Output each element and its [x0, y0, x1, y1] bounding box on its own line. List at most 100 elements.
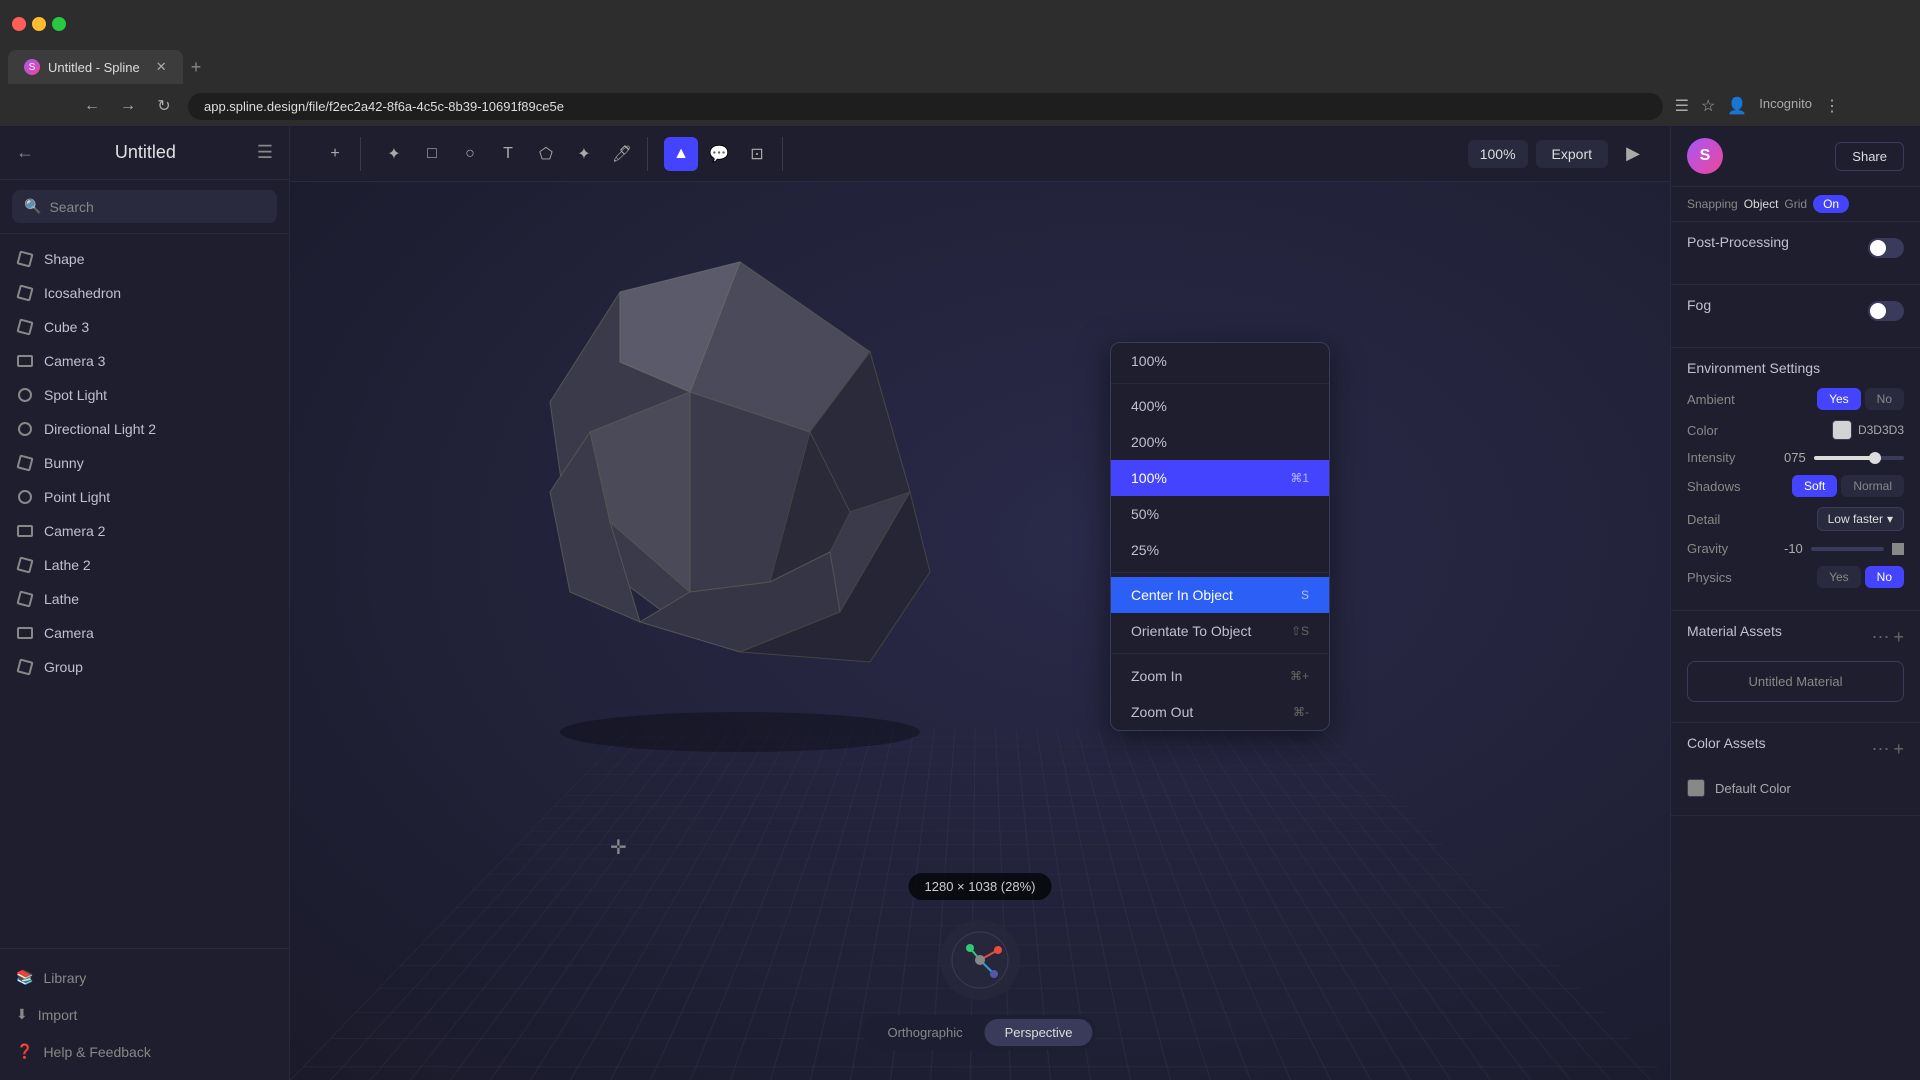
snap-on-badge[interactable]: On [1813, 195, 1849, 213]
zoom-200[interactable]: 200% [1111, 424, 1329, 460]
zoom-dropdown: 100% 400% 200% 100% ⌘1 50% [1110, 342, 1330, 731]
detail-value: Low faster [1828, 512, 1883, 526]
list-item[interactable]: Icosahedron [0, 276, 289, 310]
pen-tool[interactable]: 🖊 [605, 137, 639, 171]
intensity-bar[interactable] [1814, 456, 1904, 460]
gravity-controls: -10 [1784, 541, 1904, 556]
sidebar-header: ← Untitled ☰ [0, 126, 289, 180]
ambient-no-btn[interactable]: No [1865, 388, 1904, 410]
ambient-yes-btn[interactable]: Yes [1817, 388, 1861, 410]
refresh-btn[interactable]: ↻ [152, 94, 176, 118]
gravity-bar[interactable] [1811, 547, 1884, 551]
physics-yes-btn[interactable]: Yes [1817, 566, 1861, 588]
shadows-row: Shadows Soft Normal [1687, 475, 1904, 497]
detail-dropdown[interactable]: Low faster ▾ [1817, 507, 1904, 531]
import-icon: ⬇ [16, 1006, 28, 1023]
library-button[interactable]: 📚 Library [16, 961, 273, 994]
zoom-100-active[interactable]: 100% ⌘1 [1111, 460, 1329, 496]
forward-nav-btn[interactable]: → [116, 94, 140, 118]
toolbar: + ✦ □ ○ T ⬠ ✦ 🖊 ▲ 💬 ⊡ 100% Export ▶ [290, 126, 1670, 182]
color-actions: ⋯ + [1871, 739, 1904, 760]
color-more-btn[interactable]: ⋯ [1871, 739, 1889, 760]
material-add-btn[interactable]: + [1893, 627, 1904, 648]
physics-row: Physics Yes No [1687, 566, 1904, 588]
list-item[interactable]: Lathe 2 [0, 548, 289, 582]
share-button[interactable]: Share [1835, 142, 1904, 171]
tab-close-icon[interactable]: ✕ [156, 59, 167, 75]
color-add-btn[interactable]: + [1893, 739, 1904, 760]
list-item[interactable]: Lathe [0, 582, 289, 616]
left-sidebar: ← Untitled ☰ 🔍 Search Shape Icosahedron … [0, 126, 290, 1080]
back-nav-btn[interactable]: ← [80, 94, 104, 118]
list-item[interactable]: Directional Light 2 [0, 412, 289, 446]
play-button[interactable]: ▶ [1616, 137, 1650, 171]
canvas-area[interactable]: ✛ 1280 × 1038 (28%) Orth [290, 182, 1670, 1080]
orientation-widget[interactable] [940, 920, 1020, 1000]
list-item[interactable]: Camera 3 [0, 344, 289, 378]
export-button[interactable]: Export [1536, 140, 1608, 168]
menu-button[interactable]: ☰ [257, 142, 273, 163]
center-in-object-item[interactable]: Center In Object S [1111, 577, 1329, 613]
maximize-btn[interactable] [52, 17, 66, 31]
physics-no-btn[interactable]: No [1865, 566, 1904, 588]
select-tool[interactable]: ▲ [664, 137, 698, 171]
address-input[interactable] [188, 93, 1663, 120]
color-asset-label: Default Color [1715, 781, 1791, 796]
menu-icon[interactable]: ⋮ [1824, 96, 1840, 116]
back-button[interactable]: ← [16, 142, 34, 163]
star-tool[interactable]: ✦ [567, 137, 601, 171]
list-item[interactable]: Spot Light [0, 378, 289, 412]
color-asset-item[interactable]: Default Color [1687, 773, 1904, 803]
library-icon: 📚 [16, 969, 33, 986]
zoom-display[interactable]: 100% [1468, 140, 1528, 168]
close-btn[interactable] [12, 17, 26, 31]
list-item[interactable]: Point Light [0, 480, 289, 514]
list-item[interactable]: Camera 2 [0, 514, 289, 548]
fog-section: Fog [1671, 285, 1920, 348]
shadows-buttons: Soft Normal [1792, 475, 1904, 497]
tab-orthographic[interactable]: Orthographic [867, 1019, 982, 1046]
material-item[interactable]: Untitled Material [1687, 661, 1904, 702]
bookmark-icon[interactable]: ☆ [1701, 96, 1715, 116]
fog-toggle[interactable] [1868, 301, 1904, 321]
zoom-100-top[interactable]: 100% [1111, 343, 1329, 379]
color-assets-section: Color Assets ⋯ + Default Color [1671, 723, 1920, 816]
3d-shape [490, 232, 990, 782]
post-processing-toggle[interactable] [1868, 238, 1904, 258]
list-item[interactable]: Bunny [0, 446, 289, 480]
soft-btn[interactable]: Soft [1792, 475, 1837, 497]
gravity-handle[interactable] [1892, 543, 1904, 555]
new-tab-btn[interactable]: + [191, 57, 202, 78]
help-label: Help & Feedback [43, 1044, 150, 1060]
help-button[interactable]: ❓ Help & Feedback [16, 1035, 273, 1068]
color-swatch[interactable] [1832, 420, 1852, 440]
comment-tool[interactable]: 💬 [702, 137, 736, 171]
import-button[interactable]: ⬇ Import [16, 998, 273, 1031]
orientate-item[interactable]: Orientate To Object ⇧S [1111, 613, 1329, 649]
intensity-handle[interactable] [1869, 452, 1881, 464]
search-box[interactable]: 🔍 Search [12, 190, 277, 223]
cursor-tool[interactable]: ✦ [377, 137, 411, 171]
zoom-25[interactable]: 25% [1111, 532, 1329, 568]
rect-tool[interactable]: □ [415, 137, 449, 171]
list-item[interactable]: Shape [0, 242, 289, 276]
zoom-50[interactable]: 50% [1111, 496, 1329, 532]
zoom-out-item[interactable]: Zoom Out ⌘- [1111, 694, 1329, 730]
material-more-btn[interactable]: ⋯ [1871, 627, 1889, 648]
normal-btn[interactable]: Normal [1841, 475, 1904, 497]
minimize-btn[interactable] [32, 17, 46, 31]
frame-tool[interactable]: ⊡ [740, 137, 774, 171]
zoom-400[interactable]: 400% [1111, 388, 1329, 424]
zoom-in-item[interactable]: Zoom In ⌘+ [1111, 658, 1329, 694]
list-item[interactable]: Cube 3 [0, 310, 289, 344]
tab-favicon: S [24, 59, 40, 75]
tab-perspective[interactable]: Perspective [985, 1019, 1093, 1046]
circle-tool[interactable]: ○ [453, 137, 487, 171]
pentagon-tool[interactable]: ⬠ [529, 137, 563, 171]
add-tool-btn[interactable]: + [318, 137, 352, 171]
text-tool[interactable]: T [491, 137, 525, 171]
browser-tab[interactable]: S Untitled - Spline ✕ [8, 50, 183, 84]
list-item[interactable]: Camera [0, 616, 289, 650]
user-avatar: S [1687, 138, 1723, 174]
list-item[interactable]: Group [0, 650, 289, 684]
